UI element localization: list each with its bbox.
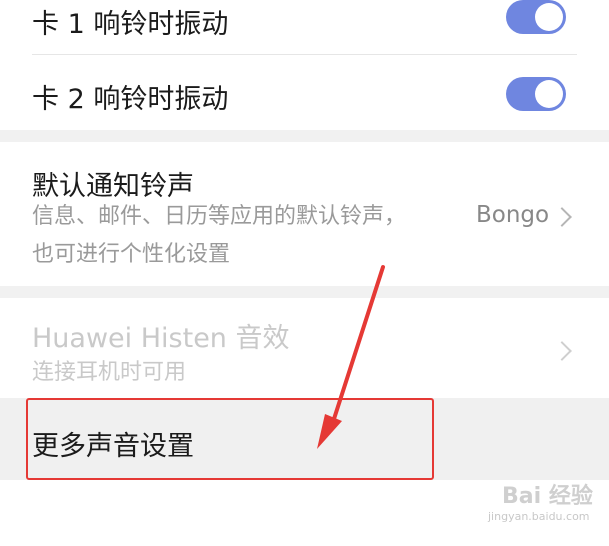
huawei-histen-label: Huawei Histen 音效	[32, 323, 290, 354]
watermark-text: Bai 经验	[502, 484, 593, 509]
huawei-histen-row[interactable]: Huawei Histen 音效 连接耳机时可用	[0, 298, 609, 398]
section-gap	[0, 286, 609, 298]
baidu-jingyan-watermark: Bai 经验 jingyan.baidu.com	[488, 476, 600, 540]
default-notification-ringtone-row[interactable]: 默认通知铃声 信息、邮件、日历等应用的默认铃声， 也可进行个性化设置 Bongo	[0, 142, 609, 286]
huawei-histen-description: 连接耳机时可用	[32, 360, 187, 385]
card1-vibrate-row[interactable]: 卡 1 响铃时振动	[0, 0, 609, 54]
card2-vibrate-label: 卡 2 响铃时振动	[32, 84, 229, 115]
default-notification-ringtone-value: Bongo	[476, 202, 550, 228]
watermark-url: jingyan.baidu.com	[488, 510, 590, 523]
toggle-knob	[535, 3, 563, 31]
default-notification-ringtone-description-line2: 也可进行个性化设置	[32, 242, 231, 267]
card2-vibrate-row[interactable]: 卡 2 响铃时振动	[0, 55, 609, 130]
card1-vibrate-toggle[interactable]	[506, 0, 566, 34]
annotation-highlight-box	[26, 398, 434, 480]
toggle-knob	[535, 80, 563, 108]
chevron-right-icon	[552, 341, 572, 361]
chevron-right-icon	[552, 207, 572, 227]
section-gap	[0, 130, 609, 142]
card1-vibrate-label: 卡 1 响铃时振动	[32, 9, 229, 40]
default-notification-ringtone-description-line1: 信息、邮件、日历等应用的默认铃声，	[32, 204, 407, 229]
card2-vibrate-toggle[interactable]	[506, 77, 566, 111]
